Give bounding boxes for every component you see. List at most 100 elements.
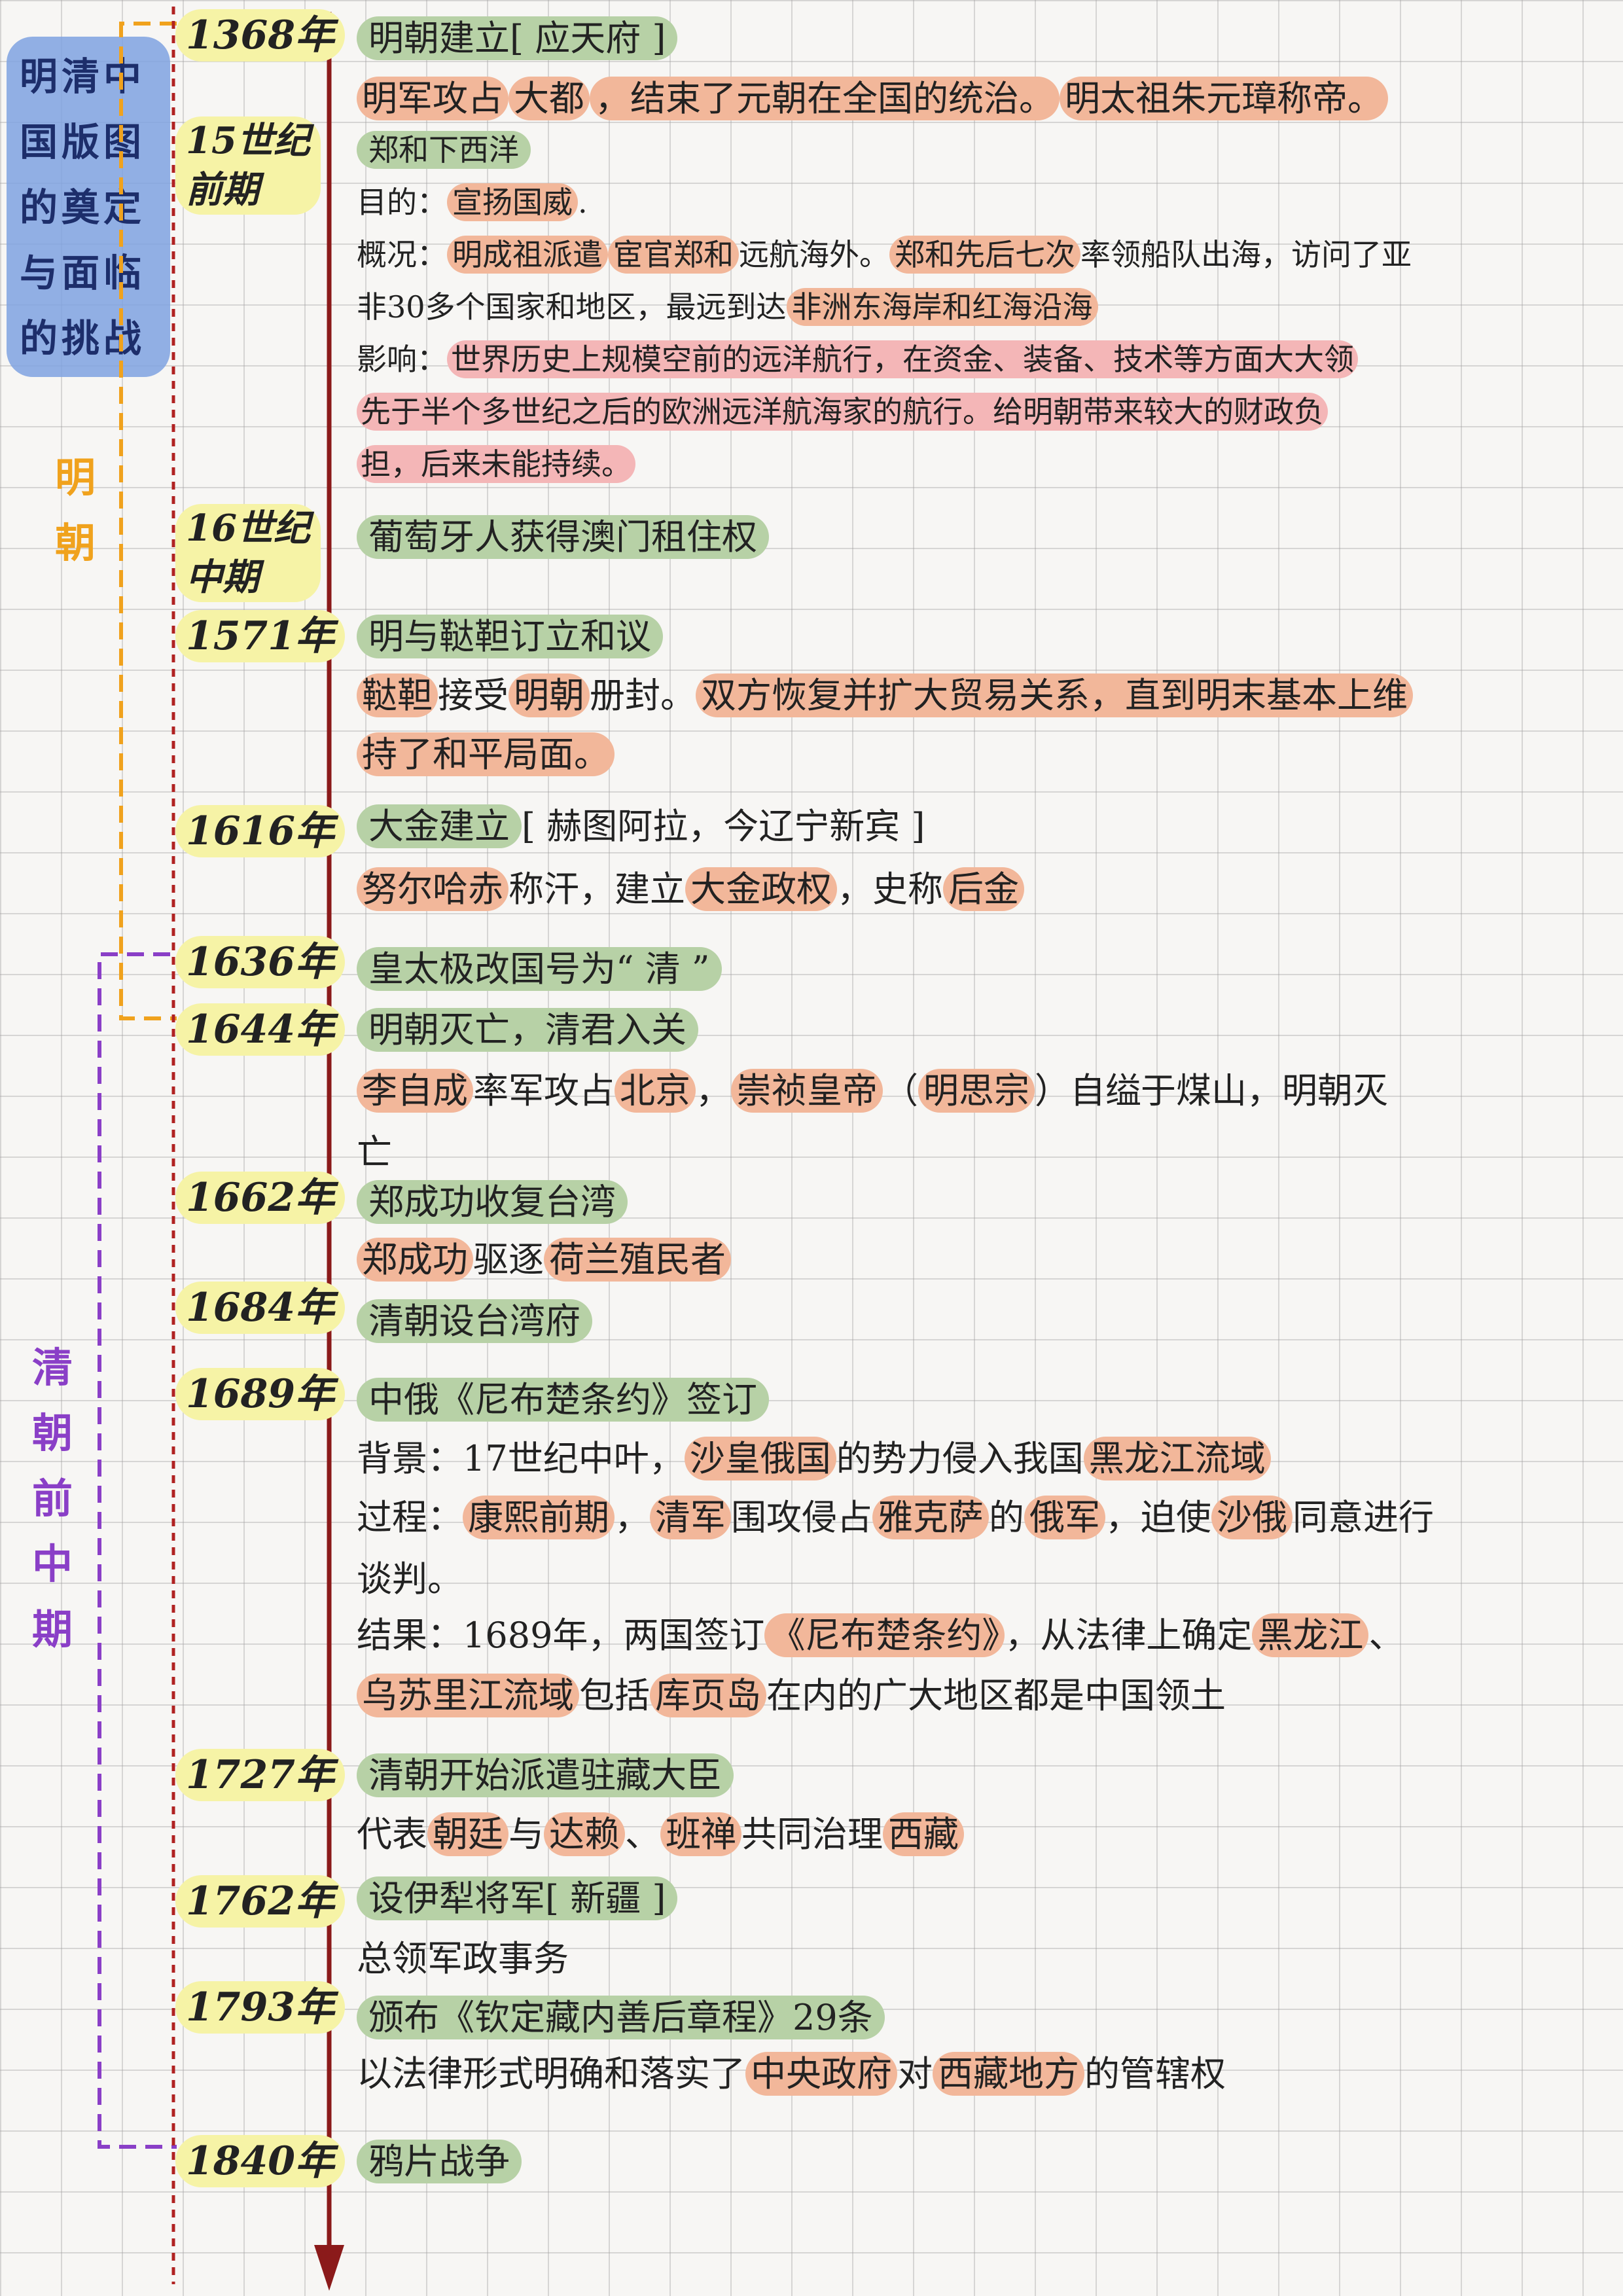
highlighted-text: 明太祖朱元璋称帝。	[1060, 77, 1388, 120]
text-segment: 率军攻占	[473, 1070, 615, 1111]
timeline-entry-line: 李自成 率军攻占 北京，崇祯皇帝（明思宗 ）自缢于煤山，明朝灭	[357, 1064, 1388, 1118]
timeline-entry-line: 担，后来未能持续。	[357, 437, 635, 491]
text-segment: ，从法律上确定	[1005, 1615, 1253, 1656]
text-segment: （	[883, 1070, 918, 1111]
date-label: 1644年	[175, 1003, 345, 1056]
highlighted-text: 库页岛	[650, 1674, 766, 1717]
highlighted-text: 明成祖派遣	[447, 236, 608, 274]
highlighted-text: 鞑靼	[357, 673, 438, 717]
highlighted-text: 明朝建立[ 应天府 ]	[357, 16, 678, 60]
text-segment: ，史称	[837, 869, 943, 910]
timeline-entry-line: 先于半个多世纪之后的欧洲远洋航海家的航行。给明朝带来较大的财政负	[357, 385, 1328, 439]
highlighted-text: 达赖	[544, 1812, 625, 1856]
highlighted-text: 郑和先后七次	[889, 236, 1080, 274]
highlighted-text: 清朝开始派遣驻藏大臣	[357, 1753, 734, 1797]
highlighted-text: 皇太极改国号为“ 清 ”	[357, 947, 722, 991]
highlighted-text: 中央政府	[745, 2052, 897, 2096]
text-segment: 概况：	[357, 237, 447, 272]
text-segment: 、	[1368, 1615, 1404, 1656]
date-label: 1368年	[175, 9, 345, 62]
timeline-entry-line: 过程： 康熙前期，清军 围攻侵占 雅克萨的俄军 ，迫使 沙俄 同意进行	[357, 1491, 1434, 1545]
date-label: 1571年	[175, 610, 345, 662]
date-label: 1689年	[175, 1368, 345, 1420]
timeline-entry-line: 清朝设台湾府	[357, 1295, 592, 1348]
timeline-entry-line: 葡萄牙人获得澳门租住权	[357, 511, 769, 564]
timeline-entry-line: 背景：17世纪中叶， 沙皇俄国 的势力侵入我国 黑龙江流域	[357, 1432, 1271, 1486]
text-segment: ）自缢于煤山，明朝灭	[1035, 1070, 1388, 1111]
highlighted-text: 黑龙江	[1252, 1613, 1369, 1657]
timeline-entry-line: 郑成功 驱逐 荷兰殖民者	[357, 1233, 731, 1287]
text-segment: 非30多个国家和地区，最远到达	[357, 289, 787, 325]
highlighted-text: 俄军	[1024, 1496, 1105, 1539]
timeline-entry-line: 明与鞑靼订立和议	[357, 610, 663, 664]
timeline-entry-line: 明朝建立[ 应天府 ]	[357, 12, 678, 65]
date-label: 1793年	[175, 1981, 345, 2034]
highlighted-text: 郑和下西洋	[357, 131, 531, 169]
highlighted-text: 非洲东海岸和红海沿海	[786, 288, 1098, 326]
text-segment: 率领船队出海，访问了亚	[1080, 237, 1412, 272]
date-label: 15世纪 前期	[175, 117, 321, 215]
highlighted-text: 乌苏里江流域	[357, 1674, 579, 1717]
date-label: 1636年	[175, 936, 345, 988]
date-label: 1727年	[175, 1749, 345, 1801]
text-segment: 代表	[357, 1814, 427, 1855]
highlighted-text: 清军	[650, 1496, 731, 1539]
highlighted-text: 持了和平局面。	[357, 732, 615, 776]
highlighted-text: 大金政权	[685, 867, 837, 911]
text-segment: 总领军政事务	[357, 1938, 569, 1979]
text-segment: 包括	[579, 1675, 650, 1716]
era-label-ming: 明 朝	[54, 454, 96, 567]
timeline-entry-line: 郑成功收复台湾	[357, 1175, 628, 1229]
axis-arrowhead-icon	[314, 2245, 344, 2291]
highlighted-text: 清朝设台湾府	[357, 1299, 592, 1343]
date-label: 1840年	[175, 2135, 345, 2187]
timeline-entry-line: 大金建立[ 赫图阿拉，今辽宁新宾 ]	[357, 800, 925, 853]
text-segment: 驱逐	[473, 1239, 544, 1280]
date-label: 1616年	[175, 805, 345, 857]
timeline-entry-line: 影响： 世界历史上规模空前的远洋航行，在资金、装备、技术等方面大大领	[357, 332, 1358, 386]
timeline-entry-line: 乌苏里江流域 包括 库页岛 在内的广大地区都是中国领土	[357, 1669, 1226, 1723]
highlighted-text: 李自成	[357, 1069, 473, 1113]
highlighted-text: 双方恢复并扩大贸易关系，直到明末基本上维	[696, 673, 1413, 717]
highlighted-text: 沙俄	[1211, 1496, 1293, 1539]
highlighted-text: 西藏地方	[933, 2052, 1084, 2096]
highlighted-text: 鸦片战争	[357, 2140, 522, 2183]
text-segment: ，	[696, 1070, 731, 1111]
text-segment: 在内的广大地区都是中国领土	[766, 1675, 1226, 1716]
timeline-entry-line: 明朝灭亡，清君入关	[357, 1003, 698, 1057]
text-segment: 称汗，建立	[508, 869, 685, 910]
highlighted-text: 郑成功收复台湾	[357, 1180, 628, 1224]
highlighted-text: 崇祯皇帝	[731, 1069, 883, 1113]
text-segment: .	[578, 185, 588, 220]
text-segment: 谈判。	[357, 1558, 463, 1600]
timeline-entry-line: 总领军政事务	[357, 1932, 569, 1986]
text-segment: ，迫使	[1105, 1497, 1211, 1538]
timeline-entry-line: 颁布《钦定藏内善后章程》29条	[357, 1991, 885, 2045]
text-segment: 背景：17世纪中叶，	[357, 1438, 685, 1479]
timeline-entry-line: 中俄《尼布楚条约》签订	[357, 1373, 769, 1427]
timeline-entry-line: 郑和下西洋	[357, 123, 531, 177]
text-segment: 亡	[357, 1132, 392, 1173]
text-segment: 共同治理	[741, 1814, 883, 1855]
highlighted-text: 努尔哈赤	[357, 867, 508, 911]
highlighted-text: 担，后来未能持续。	[357, 445, 635, 483]
date-label: 1662年	[175, 1172, 345, 1224]
text-segment: 、	[625, 1814, 660, 1855]
highlighted-text: 颁布《钦定藏内善后章程》29条	[357, 1996, 885, 2039]
text-segment: 远航海外。	[739, 237, 889, 272]
highlighted-text: 葡萄牙人获得澳门租住权	[357, 515, 769, 559]
text-segment: 同意进行	[1293, 1497, 1434, 1538]
highlighted-text: 后金	[943, 867, 1024, 911]
highlighted-text: 明军攻占	[357, 77, 508, 120]
highlighted-text: 康熙前期	[463, 1496, 615, 1539]
text-segment: 册封。	[590, 675, 696, 716]
highlighted-text: 中俄《尼布楚条约》签订	[357, 1378, 769, 1422]
text-segment: 围攻侵占	[731, 1497, 872, 1538]
highlighted-text: 先于半个多世纪之后的欧洲远洋航海家的航行。给明朝带来较大的财政负	[357, 393, 1328, 431]
highlighted-text: 宦官郑和	[608, 236, 739, 274]
timeline-entry-line: 亡	[357, 1126, 392, 1179]
text-segment: 的管辖权	[1084, 2053, 1226, 2094]
timeline-entry-line: 以法律形式明确和落实了 中央政府对西藏地方 的管辖权	[357, 2047, 1226, 2101]
timeline-entry-line: 持了和平局面。	[357, 728, 615, 781]
highlighted-text: 西藏	[883, 1812, 964, 1856]
